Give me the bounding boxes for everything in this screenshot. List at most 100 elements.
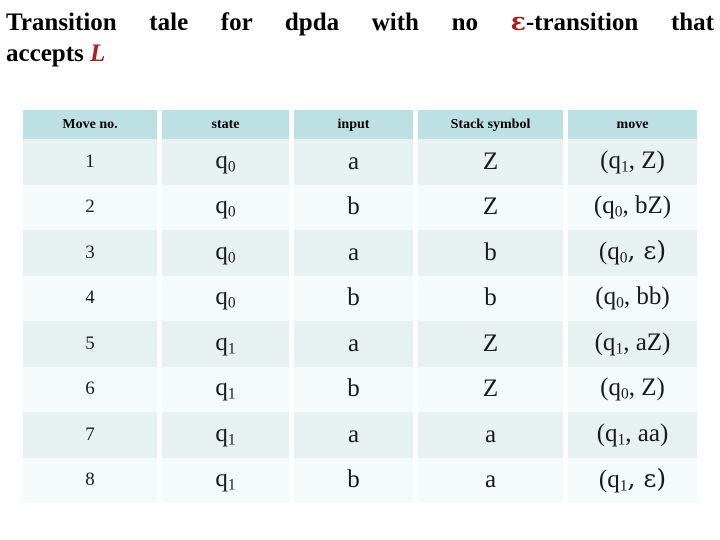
cell-move-no: 6: [23, 366, 157, 412]
state-subscript: 1: [227, 385, 236, 403]
state-subscript: 1: [227, 476, 236, 494]
move-subscript: 1: [620, 158, 629, 176]
cell-state: q0: [162, 184, 289, 230]
move-rest: , ε): [627, 463, 667, 493]
move-rest: , aZ): [623, 328, 671, 356]
state-letter: q: [215, 419, 228, 447]
column-header-input: input: [294, 110, 413, 139]
page-title-line-1: Transition tale for dpda with no ε-trans…: [6, 6, 714, 38]
move-open: (q: [595, 283, 617, 311]
cell-state: q0: [162, 275, 289, 321]
cell-move-no: 4: [23, 275, 157, 321]
page-title-accepts-text: accepts: [6, 40, 90, 67]
move-rest: , Z): [628, 146, 665, 174]
move-open: (q: [600, 146, 621, 174]
move-open: (q: [598, 238, 620, 266]
cell-input: a: [294, 321, 413, 367]
state-subscript: 1: [227, 340, 236, 358]
column-header-move-no: Move no.: [23, 110, 157, 139]
table-row: 6 q1 b Z (q0, Z): [23, 366, 697, 412]
cell-move-no: 5: [23, 321, 157, 367]
cell-state: q1: [162, 321, 289, 367]
state-letter: q: [215, 328, 228, 356]
move-subscript: 0: [620, 385, 629, 403]
table-row: 4 q0 b b (q0, bb): [23, 275, 697, 321]
table-row: 5 q1 a Z (q1, aZ): [23, 321, 697, 367]
move-rest: , bZ): [622, 192, 672, 220]
cell-stack-symbol: a: [418, 457, 563, 503]
cell-move: (q0, ε): [568, 230, 697, 276]
state-subscript: 0: [227, 203, 236, 221]
slide-canvas: Transition tale for dpda with no ε-trans…: [0, 0, 720, 540]
cell-input: b: [294, 366, 413, 412]
cell-input: a: [294, 412, 413, 458]
move-open: (q: [598, 465, 620, 493]
state-subscript: 0: [227, 294, 236, 312]
state-subscript: 0: [227, 158, 236, 176]
cell-stack-symbol: a: [418, 412, 563, 458]
move-rest: , bb): [623, 283, 670, 311]
table-row: 2 q0 b Z (q0, bZ): [23, 184, 697, 230]
move-rest: , Z): [628, 374, 665, 402]
table-row: 1 q0 a Z (q1, Z): [23, 139, 697, 185]
move-open: (q: [600, 374, 621, 402]
column-header-state: state: [162, 110, 289, 139]
state-subscript: 1: [227, 431, 236, 449]
cell-move-no: 7: [23, 412, 157, 458]
cell-move: (q0, bZ): [568, 184, 697, 230]
table-row: 3 q0 a b (q0, ε): [23, 230, 697, 276]
cell-move: (q1, aa): [568, 412, 697, 458]
cell-stack-symbol: Z: [418, 366, 563, 412]
cell-stack-symbol: b: [418, 275, 563, 321]
table-body: 1 q0 a Z (q1, Z) 2 q0 b Z (q0, bZ) 3 q0 …: [23, 139, 697, 503]
cell-move-no: 8: [23, 457, 157, 503]
cell-state: q1: [162, 457, 289, 503]
column-header-move: move: [568, 110, 697, 139]
cell-move: (q1, Z): [568, 139, 697, 185]
table-row: 8 q1 b a (q1, ε): [23, 457, 697, 503]
transition-table: Move no. state input Stack symbol move 1…: [18, 110, 702, 503]
state-letter: q: [215, 146, 228, 174]
cell-input: a: [294, 230, 413, 276]
table-header-row: Move no. state input Stack symbol move: [23, 110, 697, 139]
move-rest: , ε): [627, 236, 667, 266]
language-symbol-L: L: [90, 40, 106, 67]
cell-move-no: 1: [23, 139, 157, 185]
cell-input: b: [294, 275, 413, 321]
cell-input: b: [294, 184, 413, 230]
page-title-text-before-epsilon: Transition tale for dpda with no: [6, 9, 511, 36]
cell-stack-symbol: Z: [418, 321, 563, 367]
cell-move: (q0, Z): [568, 366, 697, 412]
page-title-text-after-epsilon: -transition that: [525, 9, 714, 36]
cell-state: q0: [162, 230, 289, 276]
move-rest: , aa): [625, 419, 669, 447]
state-subscript: 0: [227, 249, 236, 267]
state-letter: q: [215, 283, 228, 311]
page-title-line-2: accepts L: [6, 38, 714, 69]
cell-input: b: [294, 457, 413, 503]
state-letter: q: [215, 374, 228, 402]
cell-stack-symbol: Z: [418, 184, 563, 230]
cell-move: (q0, bb): [568, 275, 697, 321]
move-open: (q: [596, 419, 618, 447]
move-open: (q: [593, 192, 615, 220]
state-letter: q: [215, 237, 228, 265]
table-row: 7 q1 a a (q1, aa): [23, 412, 697, 458]
epsilon-symbol: ε: [510, 7, 526, 36]
cell-move: (q1, ε): [568, 457, 697, 503]
cell-state: q1: [162, 412, 289, 458]
transition-table-container: Move no. state input Stack symbol move 1…: [23, 110, 697, 503]
column-header-stack-symbol: Stack symbol: [418, 110, 563, 139]
cell-stack-symbol: Z: [418, 139, 563, 185]
move-open: (q: [594, 328, 616, 356]
table-header: Move no. state input Stack symbol move: [23, 110, 697, 139]
cell-move-no: 2: [23, 184, 157, 230]
state-letter: q: [215, 465, 228, 493]
cell-input: a: [294, 139, 413, 185]
cell-state: q0: [162, 139, 289, 185]
cell-move: (q1, aZ): [568, 321, 697, 367]
cell-state: q1: [162, 366, 289, 412]
page-title: Transition tale for dpda with no ε-trans…: [6, 6, 714, 69]
state-letter: q: [215, 192, 228, 220]
cell-stack-symbol: b: [418, 230, 563, 276]
